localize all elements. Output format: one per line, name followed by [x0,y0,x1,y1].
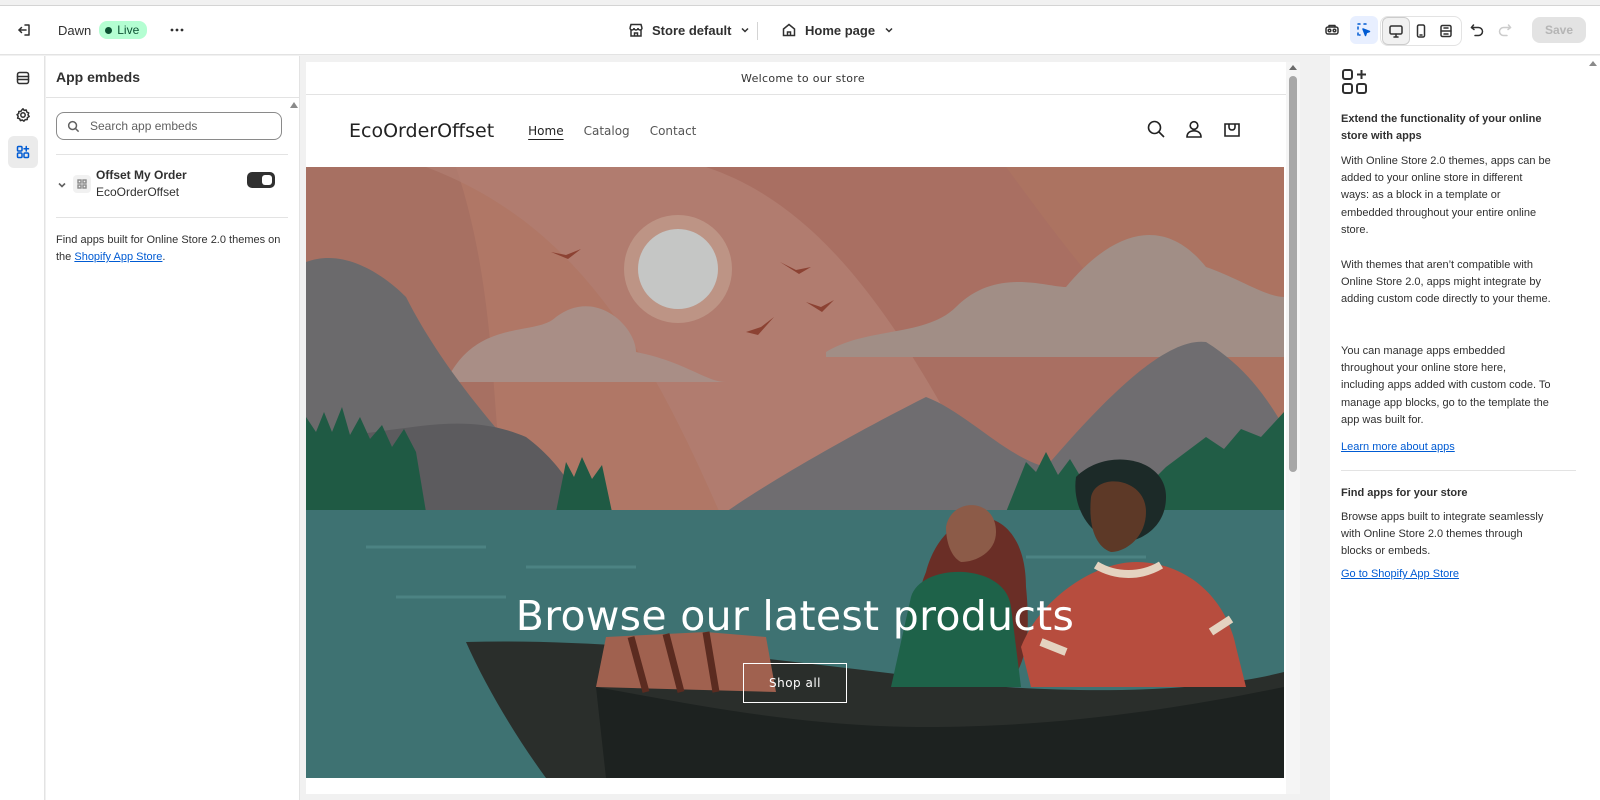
undo-icon[interactable] [1463,16,1491,44]
info-paragraph-1: With Online Store 2.0 themes, apps can b… [1341,155,1551,236]
toolbar-divider [757,22,758,40]
save-button[interactable]: Save [1532,17,1587,43]
hero-title: Browse our latest products [515,592,1075,640]
exit-icon[interactable] [10,16,38,44]
find-apps-text: Find apps built for Online Store 2.0 the… [56,232,288,266]
status-badge-label: Live [117,23,140,37]
page-selector[interactable]: Home page [781,22,895,38]
more-actions-icon[interactable] [163,16,191,44]
header-icons [1146,119,1242,139]
sidebar-rail [0,56,45,800]
search-icon[interactable] [1146,119,1166,139]
search-input[interactable] [90,119,270,133]
page-selector-label: Home page [805,22,876,38]
nav-catalog[interactable]: Catalog [584,124,630,138]
app-info-panel: Extend the functionality of your online … [1330,56,1586,800]
chevron-down-icon [741,27,749,33]
settings-gear-icon[interactable] [8,99,38,131]
panel-divider [56,217,288,218]
shopify-app-store-link[interactable]: Shopify App Store [74,251,162,263]
search-app-embeds[interactable] [56,112,282,140]
preview-scrollbar[interactable] [1286,62,1300,794]
store-preview: Welcome to our store EcoOrderOffset Home… [306,62,1300,794]
learn-more-link[interactable]: Learn more about apps [1341,441,1455,453]
scrollbar-thumb[interactable] [1289,76,1297,472]
hero-banner: Browse our latest products Shop all [306,167,1284,778]
store-selector-label: Store default [652,22,732,38]
info-paragraph-3: You can manage apps embedded throughout … [1341,345,1551,426]
find-apps-period: . [162,251,166,263]
desktop-view-icon[interactable] [1382,17,1410,45]
announcement-bar: Welcome to our store [306,62,1300,95]
theme-name: Dawn [58,22,92,38]
store-nav: Home Catalog Contact [528,124,696,138]
redo-icon[interactable] [1491,16,1519,44]
store-icon [629,23,643,37]
inspector-select-icon[interactable] [1350,16,1378,44]
embed-name: Offset My Order [96,168,187,182]
app-block-icon [73,175,91,193]
store-selector[interactable]: Store default [628,22,751,38]
nav-home[interactable]: Home [528,124,563,138]
find-apps-heading: Find apps for your store [1341,487,1468,499]
live-dot-icon [105,26,113,34]
nav-contact[interactable]: Contact [650,124,697,138]
cart-icon[interactable] [1222,119,1242,139]
info-divider [1341,470,1576,471]
search-icon [67,120,80,132]
panel-scroll-up-arrow[interactable] [290,102,298,108]
account-icon[interactable] [1184,119,1204,139]
home-icon [782,23,796,37]
panel-title: App embeds [46,56,299,98]
scroll-up-arrow[interactable] [1289,65,1297,70]
info-paragraph-4: Browse apps built to integrate seamlessl… [1341,511,1544,558]
accessibility-inspector-icon[interactable] [1318,16,1346,44]
store-header: EcoOrderOffset Home Catalog Contact [306,95,1300,167]
chevron-down-icon [885,27,893,33]
embed-app-name: EcoOrderOffset [96,185,180,199]
app-embed-item: Offset My Order EcoOrderOffset [56,168,288,208]
store-logo[interactable]: EcoOrderOffset [349,120,494,142]
app-embeds-icon[interactable] [8,136,38,168]
scroll-up-arrow[interactable] [1589,61,1597,66]
sections-icon[interactable] [8,62,38,94]
shop-all-button[interactable]: Shop all [743,663,847,703]
embed-toggle[interactable] [247,172,275,188]
info-paragraph-2: With themes that aren’t compatible with … [1341,259,1551,306]
fullscreen-view-icon[interactable] [1432,17,1460,45]
app-embeds-panel: App embeds Offset My Order EcoOrderOffse… [46,56,300,800]
panel-divider [56,154,288,155]
mobile-view-icon[interactable] [1407,17,1435,45]
apps-add-icon [1341,68,1369,96]
chevron-down-icon[interactable] [56,178,68,190]
info-heading: Extend the functionality of your online … [1341,113,1542,142]
info-panel-scrollbar[interactable] [1586,56,1600,800]
status-badge: Live [99,21,148,39]
editor-topbar: Dawn Live Store default Home page Save [0,6,1600,55]
app-store-link[interactable]: Go to Shopify App Store [1341,568,1459,580]
